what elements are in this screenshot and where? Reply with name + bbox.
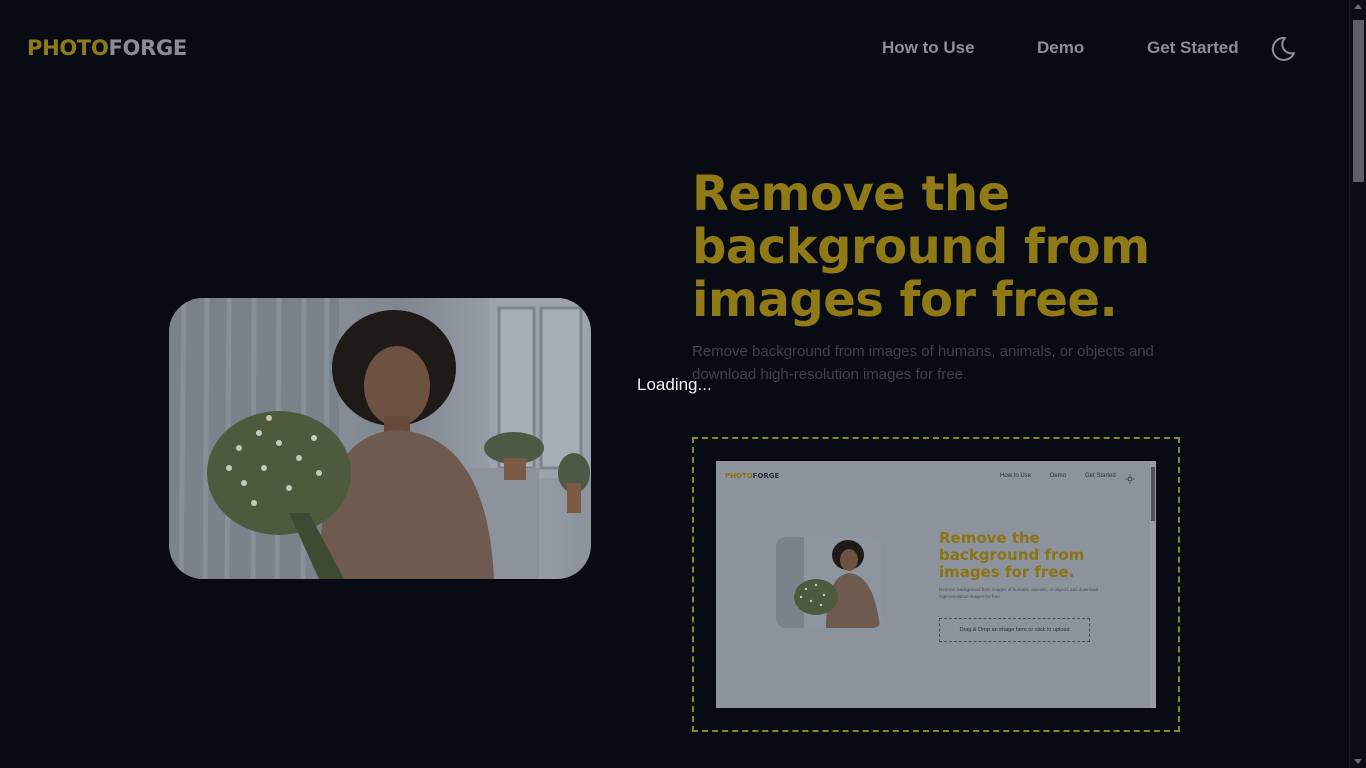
upload-preview-image: PHOTOFORGE How to Use Demo Get Started R… <box>716 461 1156 708</box>
brand-logo[interactable]: PHOTOFORGE <box>27 36 187 60</box>
nav-get-started[interactable]: Get Started <box>1147 38 1239 58</box>
preview-nav-get-started: Get Started <box>1085 473 1116 479</box>
preview-brand-part1: PHOTO <box>725 472 753 480</box>
preview-subtitle: Remove background from images of humans,… <box>939 587 1099 599</box>
preview-dropzone: Drag & Drop an image here or click to up… <box>939 618 1090 642</box>
preview-brand: PHOTOFORGE <box>725 472 779 480</box>
preview-nav-how-to-use: How to Use <box>1000 473 1032 479</box>
hero-subtitle: Remove background from images of humans,… <box>692 343 1154 383</box>
preview-sun-icon <box>1125 471 1135 484</box>
nav-how-to-use[interactable]: How to Use <box>882 38 975 58</box>
brand-part2: FORGE <box>108 36 188 60</box>
preview-scrollbar <box>1150 461 1156 708</box>
scroll-down-icon[interactable] <box>1354 759 1362 764</box>
moon-icon[interactable] <box>1268 34 1298 64</box>
hero-title: Remove the background from images for fr… <box>692 166 1150 328</box>
page-scrollbar[interactable] <box>1349 0 1366 768</box>
scroll-up-icon[interactable] <box>1354 4 1362 9</box>
preview-brand-part2: FORGE <box>752 472 780 480</box>
preview-nav-demo: Demo <box>1050 473 1067 479</box>
nav-demo[interactable]: Demo <box>1037 38 1084 58</box>
scrollbar-thumb[interactable] <box>1353 20 1364 182</box>
preview-title: Remove the background from images for fr… <box>939 529 1085 581</box>
preview-hero-image <box>776 537 882 628</box>
hero-image <box>169 298 591 579</box>
brand-part1: PHOTO <box>27 36 109 60</box>
loading-indicator: Loading... <box>637 375 712 394</box>
